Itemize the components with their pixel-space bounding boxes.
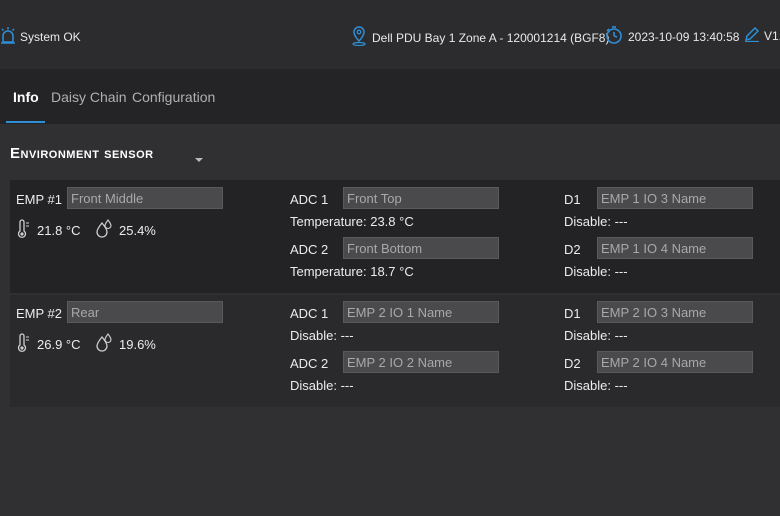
emp-2-label: EMP #2	[16, 306, 63, 321]
emp-2-d1-label: D1	[564, 306, 581, 321]
humidity-drop-icon	[95, 333, 113, 356]
thermometer-icon	[15, 219, 31, 242]
emp-1-temperature: 21.8 °C	[15, 219, 81, 242]
emp-1-d2-status: Disable: ---	[564, 264, 628, 279]
emp-2-temperature-value: 26.9 °C	[37, 337, 81, 352]
chevron-down-icon[interactable]	[193, 151, 205, 169]
emp-1-adc-2-status-value: 18.7 °C	[370, 264, 414, 279]
emp-2-humidity: 19.6%	[95, 333, 156, 356]
emp-2-adc-1-name-input[interactable]	[343, 301, 499, 323]
emp-2-temperature: 26.9 °C	[15, 333, 81, 356]
emp-2-d2-status-value: ---	[614, 378, 628, 393]
tab-daisy-chain[interactable]: Daisy Chain	[51, 89, 126, 105]
emp-1-adc-1-status-label: Temperature:	[290, 214, 367, 229]
version-info[interactable]: V1.0	[744, 26, 780, 45]
thermometer-icon	[15, 333, 31, 356]
emp-1-name-input[interactable]	[67, 187, 223, 209]
emp-1-d1-name-input[interactable]	[597, 187, 753, 209]
emp-2-d1-status: Disable: ---	[564, 328, 628, 343]
emp-1-temperature-value: 21.8 °C	[37, 223, 81, 238]
emp-2-humidity-value: 19.6%	[119, 337, 156, 352]
emp-2-d2-status-label: Disable:	[564, 378, 611, 393]
stopwatch-icon	[604, 25, 624, 48]
active-tab-indicator	[6, 121, 45, 123]
emp-2-d2-label: D2	[564, 356, 581, 371]
pdu-name-text: Dell PDU Bay 1 Zone A - 120001214 (BGF8)	[372, 30, 610, 45]
emp-1-d2-name-input[interactable]	[597, 237, 753, 259]
datetime-text: 2023-10-09 13:40:58	[628, 29, 740, 44]
emp-2-d1-status-label: Disable:	[564, 328, 611, 343]
humidity-drop-icon	[95, 219, 113, 242]
emp-2-d2-name-input[interactable]	[597, 351, 753, 373]
emp-1-d2-label: D2	[564, 242, 581, 257]
system-status-text: System OK	[20, 29, 81, 44]
emp-1-adc-2-status: Temperature: 18.7 °C	[290, 264, 414, 279]
emp-2-d1-status-value: ---	[614, 328, 628, 343]
emp-2-d2-status: Disable: ---	[564, 378, 628, 393]
section-title: Environment sensor	[10, 145, 154, 162]
emp-1-humidity-value: 25.4%	[119, 223, 156, 238]
emp-2-adc-2-name-input[interactable]	[343, 351, 499, 373]
emp-1-d1-status-value: ---	[614, 214, 628, 229]
emp-1-d1-status-label: Disable:	[564, 214, 611, 229]
emp-2-adc-2-status: Disable: ---	[290, 378, 354, 393]
alarm-light-icon	[0, 26, 16, 47]
emp-1-adc-2-status-label: Temperature:	[290, 264, 367, 279]
emp-1-adc-1-status-value: 23.8 °C	[370, 214, 414, 229]
location-pin-icon	[351, 26, 367, 49]
emp-2-adc-1-status-value: ---	[340, 328, 354, 343]
emp-1-d2-status-value: ---	[614, 264, 628, 279]
emp-2-d1-name-input[interactable]	[597, 301, 753, 323]
emp-2-adc-1-status-label: Disable:	[290, 328, 337, 343]
emp-1-adc-1-status: Temperature: 23.8 °C	[290, 214, 414, 229]
emp-1-adc-2-label: ADC 2	[290, 242, 329, 257]
tab-info[interactable]: Info	[13, 89, 39, 105]
emp-1-d1-label: D1	[564, 192, 581, 207]
emp-2-adc-1-label: ADC 1	[290, 306, 329, 321]
version-text: V1.0	[764, 28, 780, 43]
emp-1-adc-1-name-input[interactable]	[343, 187, 499, 209]
emp-2-adc-1-status: Disable: ---	[290, 328, 354, 343]
emp-1-label: EMP #1	[16, 192, 63, 207]
emp-1-d1-status: Disable: ---	[564, 214, 628, 229]
emp-2-adc-2-status-label: Disable:	[290, 378, 337, 393]
emp-2-adc-2-status-value: ---	[340, 378, 354, 393]
tab-configuration[interactable]: Configuration	[132, 89, 215, 105]
emp-1-adc-1-label: ADC 1	[290, 192, 329, 207]
system-status: System OK	[0, 26, 81, 47]
top-bar: System OK Dell PDU Bay 1 Zone A - 120001…	[0, 0, 780, 69]
emp-2-adc-2-label: ADC 2	[290, 356, 329, 371]
pdu-location: Dell PDU Bay 1 Zone A - 120001214 (BGF8)	[351, 26, 609, 49]
tab-bar: Info Daisy Chain Configuration	[0, 69, 780, 124]
emp-2-name-input[interactable]	[67, 301, 223, 323]
emp-1-d2-status-label: Disable:	[564, 264, 611, 279]
emp-1-adc-2-name-input[interactable]	[343, 237, 499, 259]
system-time: 2023-10-09 13:40:58	[604, 25, 739, 48]
edit-pencil-icon	[744, 26, 760, 45]
emp-1-humidity: 25.4%	[95, 219, 156, 242]
